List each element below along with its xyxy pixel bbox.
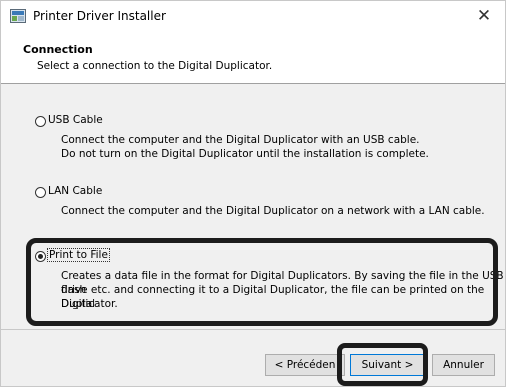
window-title: Printer Driver Installer — [33, 9, 166, 23]
usb-cable-description-line2: Do not turn on the Digital Duplicator un… — [61, 148, 429, 160]
lan-cable-radio[interactable] — [35, 187, 46, 198]
page-subtitle: Select a connection to the Digital Dupli… — [37, 60, 273, 72]
next-button-highlight-frame — [337, 343, 428, 386]
page-header: Connection Select a connection to the Di… — [1, 31, 505, 83]
installer-app-icon — [10, 9, 26, 23]
cancel-button[interactable]: Annuler — [432, 354, 495, 376]
button-bar: < Précéden Suivant > Annuler — [1, 330, 505, 386]
connection-options-panel: USB Cable Connect the computer and the D… — [1, 84, 505, 329]
close-icon[interactable]: ✕ — [469, 4, 499, 28]
back-button[interactable]: < Précéden — [265, 354, 345, 376]
usb-cable-description-line1: Connect the computer and the Digital Dup… — [61, 134, 420, 146]
usb-cable-radio[interactable] — [35, 116, 46, 127]
lan-cable-description: Connect the computer and the Digital Dup… — [61, 205, 485, 217]
print-to-file-highlight-frame — [26, 238, 498, 326]
installer-window: Printer Driver Installer ✕ Connection Se… — [0, 0, 506, 387]
page-title: Connection — [23, 43, 93, 56]
lan-cable-label[interactable]: LAN Cable — [48, 185, 102, 197]
title-bar: Printer Driver Installer ✕ — [1, 1, 505, 31]
usb-cable-label[interactable]: USB Cable — [48, 114, 103, 126]
